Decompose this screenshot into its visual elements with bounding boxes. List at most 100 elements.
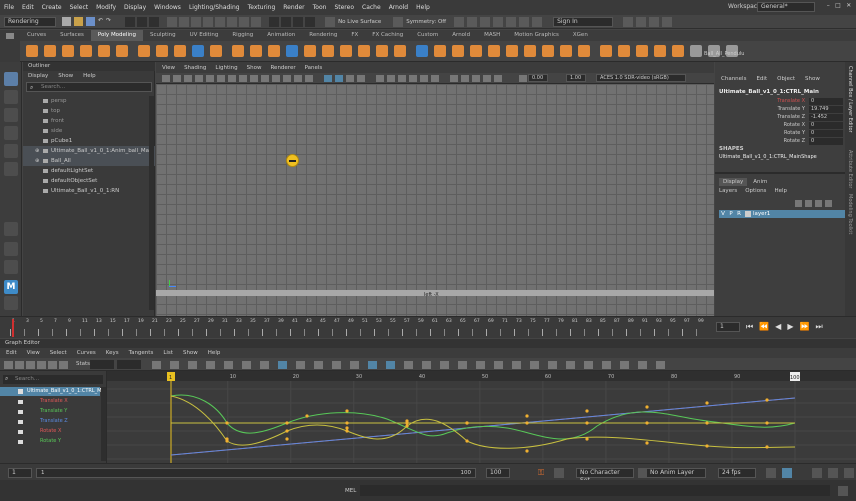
graph-outliner-scrollbar[interactable] xyxy=(101,387,106,461)
outliner-item[interactable]: front xyxy=(23,116,155,126)
linear-tangent-icon[interactable] xyxy=(206,361,215,369)
poly-svg-icon[interactable] xyxy=(250,45,262,57)
shelf-tab[interactable]: Animation xyxy=(260,30,302,41)
super-shape-icon[interactable] xyxy=(174,45,186,57)
render-current-icon[interactable] xyxy=(467,16,478,27)
graph-editor-menu-item[interactable]: Edit xyxy=(6,350,17,356)
extrude-icon[interactable] xyxy=(358,45,370,57)
stats-field-1[interactable] xyxy=(90,360,114,369)
mirror-icon[interactable] xyxy=(340,45,352,57)
graph-channel-row[interactable]: Translate Y xyxy=(0,407,100,417)
keyframe-point[interactable] xyxy=(285,437,289,441)
platonic-solid-icon[interactable] xyxy=(156,45,168,57)
use-all-lights-icon[interactable] xyxy=(376,75,384,82)
prefs-icon[interactable] xyxy=(844,468,854,478)
symmetry-icon[interactable] xyxy=(393,16,404,27)
flat-tangent-icon[interactable] xyxy=(224,361,233,369)
colorspace-dropdown[interactable]: ACES 1.0 SDR-video (sRGB) xyxy=(596,74,686,82)
keyframe-point[interactable] xyxy=(525,414,529,418)
command-input[interactable] xyxy=(360,485,830,496)
motion-blur-icon[interactable] xyxy=(409,75,417,82)
single-perspective-layout-icon[interactable] xyxy=(4,222,18,236)
symmetry-label[interactable]: Symmetry: Off xyxy=(406,19,446,25)
snap-grid-icon[interactable] xyxy=(269,16,280,27)
keyframe-point[interactable] xyxy=(765,445,769,449)
hypershade-icon[interactable] xyxy=(506,16,517,27)
smooth-icon[interactable] xyxy=(304,45,316,57)
bevel-icon[interactable] xyxy=(394,45,406,57)
layer-reference[interactable]: R xyxy=(735,211,743,217)
shelf-tab[interactable]: FX Caching xyxy=(365,30,410,41)
move-tool-icon[interactable] xyxy=(4,126,18,140)
rotate-tool-icon[interactable] xyxy=(4,144,18,158)
outliner-search-input[interactable]: Search... ⌕ xyxy=(26,82,152,92)
move-layer-down-icon[interactable] xyxy=(825,200,832,207)
tab-anim[interactable]: Anim xyxy=(749,178,771,186)
character-set-dropdown[interactable]: No Character Set xyxy=(576,468,634,484)
svg-icon[interactable] xyxy=(192,45,204,57)
post-infinity-icon[interactable] xyxy=(494,361,503,369)
keyframe-point[interactable] xyxy=(705,444,709,448)
channel-value-field[interactable]: 19.749 xyxy=(809,106,843,113)
graph-view[interactable]: 1020304050607080901020304050607080901100 xyxy=(107,371,856,463)
channel-row[interactable]: Rotate Y 0 xyxy=(715,130,845,138)
xray-icon[interactable] xyxy=(461,75,469,82)
graph-editor-menu-item[interactable]: Curves xyxy=(77,350,96,356)
expand-icon[interactable]: ⊕ xyxy=(35,156,39,166)
new-layer-selected-icon[interactable] xyxy=(805,200,812,207)
channel-box-icon[interactable] xyxy=(662,16,673,27)
snap-curve-icon[interactable] xyxy=(281,16,292,27)
viewport-menu-item[interactable]: Show xyxy=(247,65,262,71)
offset-edge-loop-icon[interactable] xyxy=(560,45,572,57)
channel-value-field[interactable]: 0 xyxy=(809,138,843,145)
xray-active-icon[interactable] xyxy=(472,75,480,82)
channel-box-menu-item[interactable]: Object xyxy=(777,76,795,86)
viewport-grid[interactable]: left -X xyxy=(156,84,714,316)
outliner-item[interactable]: defaultLightSet xyxy=(23,166,155,176)
play-forward-icon[interactable]: ▶ xyxy=(787,322,793,332)
menu-item[interactable]: Texturing xyxy=(248,4,276,11)
channel-row[interactable]: Translate X 0 xyxy=(715,98,845,106)
2d-pan-zoom-icon[interactable] xyxy=(217,75,225,82)
image-plane-icon[interactable] xyxy=(206,75,214,82)
graph-editor-menu-item[interactable]: Keys xyxy=(106,350,119,356)
keyframe-point[interactable] xyxy=(705,401,709,405)
shelf-tab[interactable]: Rigging xyxy=(225,30,260,41)
channel-box-menu-item[interactable]: Channels xyxy=(721,76,746,86)
render-settings-icon[interactable] xyxy=(493,16,504,27)
tab-display[interactable]: Display xyxy=(719,178,748,186)
shelf-options-icon[interactable] xyxy=(6,33,14,39)
anim-layer-dropdown[interactable]: No Anim Layer xyxy=(646,468,706,478)
graph-channel-row[interactable]: Rotate X xyxy=(0,427,100,437)
keyframe-point[interactable] xyxy=(645,441,649,445)
current-frame-field[interactable]: 1 xyxy=(716,322,740,332)
channel-row[interactable]: Rotate Z 0 xyxy=(715,138,845,146)
select-component-icon[interactable] xyxy=(149,16,160,27)
keyframe-point[interactable] xyxy=(465,421,469,425)
channel-value-field[interactable]: -1.452 xyxy=(809,114,843,121)
layer-menu-item[interactable]: Help xyxy=(774,188,787,194)
layer-visibility[interactable]: V xyxy=(719,211,727,217)
channel-value-field[interactable]: 0 xyxy=(809,130,843,137)
menu-item[interactable]: Create xyxy=(42,4,62,11)
keyframe-point[interactable] xyxy=(305,414,309,418)
chamfer-icon[interactable] xyxy=(618,45,630,57)
new-scene-icon[interactable] xyxy=(62,17,71,26)
layer-playback[interactable]: P xyxy=(727,211,735,217)
poly-disc-icon[interactable] xyxy=(138,45,150,57)
anti-aliasing-icon[interactable] xyxy=(420,75,428,82)
buffer-curve-icon[interactable] xyxy=(278,361,287,369)
retime-icon[interactable] xyxy=(602,361,611,369)
graph-layout-icon[interactable] xyxy=(4,296,18,310)
keyframe-point[interactable] xyxy=(525,421,529,425)
shape-name[interactable]: Ultimate_Ball_v1_0_1:CTRL_MainShape xyxy=(719,154,817,160)
menu-item[interactable]: Select xyxy=(70,4,89,11)
shelf-tab[interactable]: Rendering xyxy=(302,30,344,41)
modeling-toolkit-icon[interactable] xyxy=(623,16,634,27)
mask-joint-icon[interactable] xyxy=(179,16,190,27)
break-tangent-icon[interactable] xyxy=(296,361,305,369)
graph-editor-menu-item[interactable]: View xyxy=(27,350,40,356)
show-buffer-icon[interactable] xyxy=(548,361,557,369)
keyframe-point[interactable] xyxy=(465,439,469,443)
channel-value-field[interactable]: 0 xyxy=(809,98,843,105)
